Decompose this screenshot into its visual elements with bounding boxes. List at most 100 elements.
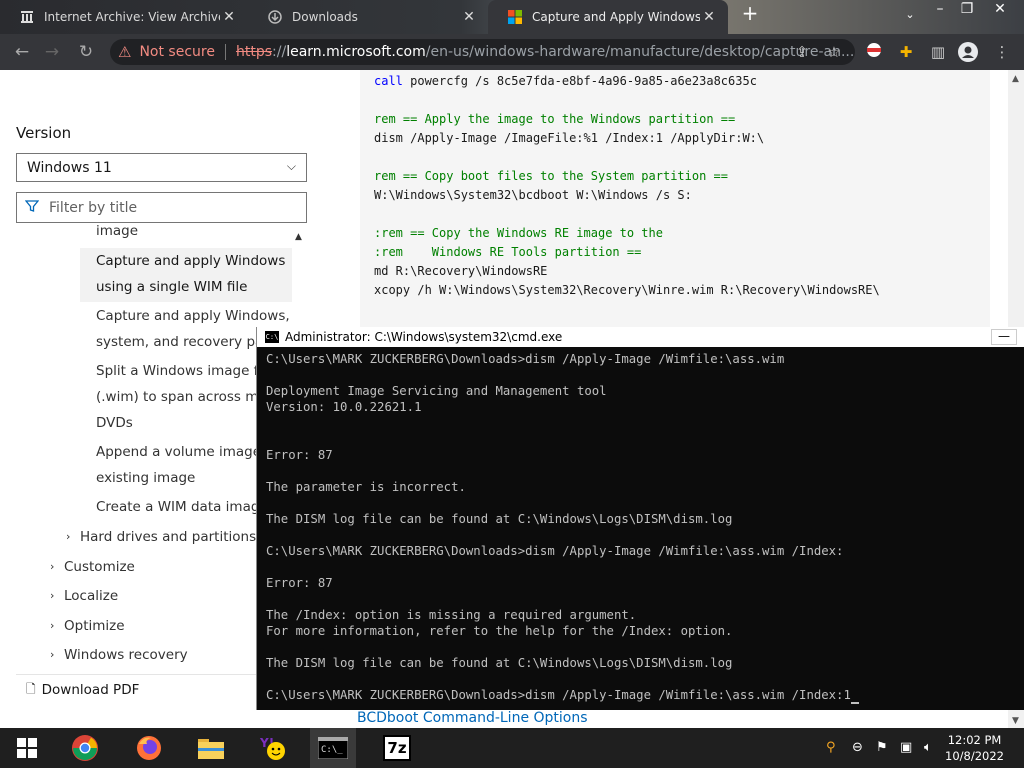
cmd-app-icon: C:\ [265,331,279,343]
scroll-down-arrow-icon[interactable]: ▼ [1012,716,1019,726]
chevron-right-icon[interactable]: › [50,619,54,632]
taskbar-chrome[interactable] [62,728,108,768]
code-text: powercfg /s 8c5e7fda-e8bf-4a96-9a85-a6e2… [402,74,757,88]
address-bar[interactable]: ⚠ Not secure https://learn.microsoft.com… [110,39,855,65]
share-icon[interactable]: ⇪ [792,42,812,62]
warning-triangle-icon[interactable]: ⚠ [118,43,131,61]
side-panel-icon[interactable]: ▥ [928,42,948,62]
filter-input[interactable]: Filter by title [16,192,307,223]
flag-x-icon[interactable]: ⚑ [876,740,888,755]
taskbar-command-prompt[interactable]: C:\_ [310,728,356,768]
svg-text:C:\_: C:\_ [321,745,343,755]
chevron-right-icon[interactable]: › [50,648,54,661]
download-pdf-link[interactable]: 🗋 Download PDF [16,674,294,705]
cmd-minimize-button[interactable]: — [991,329,1017,345]
profile-flag-extension-icon[interactable] [864,42,884,62]
url-scheme: https [235,44,273,60]
browser-tab-strip: Internet Archive: View Archive ✕ Downloa… [0,0,1024,34]
code-comment: :rem Windows RE Tools partition == [374,245,642,259]
chevron-right-icon[interactable]: › [66,530,70,543]
system-clock[interactable]: 12:02 PM 10/8/2022 [945,732,1004,764]
toc-text: Capture and apply Windows, [96,308,290,324]
code-line: call powercfg /s 8c5e7fda-e8bf-4a96-9a85… [374,74,757,88]
search-icon[interactable]: ⚲ [826,740,836,755]
chrome-icon [72,735,98,761]
scroll-up-arrow-icon[interactable]: ▲ [295,232,302,242]
toc-item-customize[interactable]: Customize [64,554,135,580]
filter-placeholder: Filter by title [49,199,138,216]
cmd-output-line: C:\Users\MARK ZUCKERBERG\Downloads>dism … [266,352,785,366]
tab-search-chevron-icon[interactable]: ⌄ [895,6,925,28]
terminal-icon: C:\_ [318,737,348,759]
cmd-window[interactable]: C:\ Administrator: C:\Windows\system32\c… [256,327,1024,710]
taskbar-7zip[interactable]: 7z [374,728,420,768]
cmd-output-line: Version: 10.0.22621.1 [266,400,422,414]
volume-icon[interactable]: 🔈︎ [924,740,932,755]
smiley-messenger-icon: Y! [259,736,285,760]
version-label: Version [16,124,72,142]
cmd-cursor [850,702,859,704]
tab-downloads[interactable]: Downloads ✕ [248,0,488,34]
cmd-output-line: The DISM log file can be found at C:\Win… [266,512,733,526]
tab-close-icon[interactable]: ✕ [460,9,478,25]
toc-item-windows-recovery[interactable]: Windows recovery [64,642,188,668]
toc-item-selected[interactable]: Capture and apply Windows using a single… [80,248,292,302]
url-host: learn.microsoft.com [286,44,426,60]
taskbar-file-explorer[interactable] [188,728,234,768]
bookmark-star-icon[interactable]: ☆ [824,42,844,62]
cmd-output-line: The DISM log file can be found at C:\Win… [266,656,733,670]
code-line: xcopy /h W:\Windows\System32\Recovery\Wi… [374,283,880,297]
cmd-output-line: Deployment Image Servicing and Managemen… [266,384,607,398]
minimize-window-button[interactable]: – [925,0,955,22]
taskbar-yahoo-messenger[interactable]: Y! [250,728,296,768]
windows-taskbar: Y! C:\_ 7z ⚲ ⊖ ⚑ ▣ 🔈︎ 12:02 PM 10/8/2022 [0,728,1024,768]
code-keyword: call [374,74,403,88]
restore-window-button[interactable]: ❐ [952,0,982,22]
extensions-puzzle-icon[interactable]: ✚ [896,42,916,62]
cmd-output-line: C:\Users\MARK ZUCKERBERG\Downloads>dism … [266,544,844,558]
cmd-title-bar[interactable]: C:\ Administrator: C:\Windows\system32\c… [257,327,1024,347]
cmd-output-line: Error: 87 [266,448,333,462]
tab-internet-archive[interactable]: Internet Archive: View Archive ✕ [0,0,248,34]
back-arrow-icon[interactable]: ← [12,42,32,62]
not-secure-label[interactable]: Not secure [139,44,215,60]
filter-funnel-icon [24,199,41,217]
chevron-right-icon[interactable]: › [50,589,54,602]
forward-arrow-icon[interactable]: → [42,42,62,62]
taskbar-firefox[interactable] [126,728,172,768]
microsoft-logo-icon [508,10,522,24]
toc-item-hard-drives[interactable]: Hard drives and partitions [80,524,256,550]
minus-circle-icon[interactable]: ⊖ [852,740,863,755]
bcdboot-options-link[interactable]: BCDboot Command-Line Options [357,710,588,726]
toc-item-optimize[interactable]: Optimize [64,613,125,639]
cmd-output-line: Error: 87 [266,576,333,590]
code-comment: rem == Copy boot files to the System par… [374,169,729,183]
chevron-right-icon[interactable]: › [50,560,54,573]
tab-capture-apply-windows[interactable]: Capture and Apply Windows using ✕ [488,0,728,34]
toc-item-localize[interactable]: Localize [64,583,118,609]
menu-kebab-icon[interactable]: ⋮ [992,42,1012,62]
downloads-icon [268,10,282,24]
profile-avatar-icon[interactable] [958,42,978,62]
tab-close-icon[interactable]: ✕ [700,9,718,25]
version-select[interactable]: Windows 11 ⌵ [16,153,307,182]
toc-item-partial[interactable]: image [96,218,138,238]
code-comment: rem == Apply the image to the Windows pa… [374,112,736,126]
reload-icon[interactable]: ↻ [76,42,96,62]
network-icon[interactable]: ▣ [900,740,912,755]
address-separator [224,44,226,60]
url-scheme-separator: :// [272,44,287,60]
tab-close-icon[interactable]: ✕ [220,9,238,25]
version-select-value: Windows 11 [27,159,112,176]
close-window-button[interactable]: ✕ [985,0,1015,22]
start-button[interactable] [4,728,50,768]
scroll-up-arrow-icon[interactable]: ▲ [1012,74,1019,84]
cmd-title-text: Administrator: C:\Windows\system32\cmd.e… [285,330,563,344]
browser-toolbar: ← → ↻ ⚠ Not secure https://learn.microso… [0,34,1024,70]
new-tab-button[interactable]: + [735,3,765,26]
firefox-icon [137,736,161,760]
cmd-output-line: For more information, refer to the help … [266,624,733,638]
code-line: W:\Windows\System32\bcdboot W:\Windows /… [374,188,692,202]
url-path: /en-us/windows-hardware/manufacture/desk… [425,44,855,60]
folder-icon [198,739,224,759]
